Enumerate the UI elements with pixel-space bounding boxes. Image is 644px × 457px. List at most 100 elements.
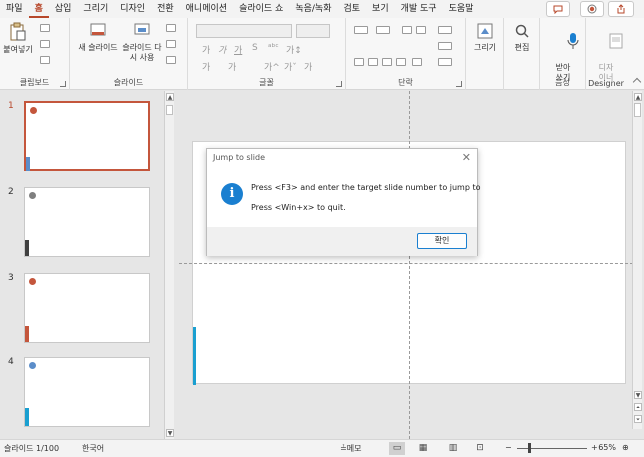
tab-file[interactable]: 파일 — [0, 0, 29, 18]
bullets-icon[interactable] — [354, 26, 368, 34]
normal-view-icon[interactable]: ▭ — [389, 442, 405, 455]
justify-icon[interactable] — [396, 58, 406, 66]
ok-button[interactable]: 확인 — [417, 233, 467, 249]
scroll-up-icon[interactable]: ▲ — [634, 93, 642, 101]
record-icon[interactable] — [580, 1, 604, 17]
decrease-indent-icon[interactable] — [402, 26, 412, 34]
thumbnail-scrollbar[interactable]: ▲ ▼ — [164, 91, 174, 439]
editing-button[interactable]: 편집 — [506, 22, 538, 53]
tab-home[interactable]: 홈 — [28, 0, 49, 18]
font-name-dropdown[interactable] — [196, 24, 292, 38]
next-slide-icon[interactable]: ⏷ — [634, 415, 642, 423]
line-spacing-icon[interactable] — [438, 26, 452, 34]
editor-scrollbar[interactable]: ▲ ▼ ⏶ ⏷ — [632, 91, 642, 429]
align-center-icon[interactable] — [368, 58, 378, 66]
numbering-icon[interactable] — [376, 26, 390, 34]
notes-button[interactable]: ≟메모 — [340, 443, 361, 454]
tab-help[interactable]: 도움말 — [443, 0, 480, 18]
bold-button[interactable]: 가 — [202, 43, 210, 56]
zoom-level[interactable]: 65% — [596, 443, 616, 452]
slide-editor: ▲ ▼ ⏶ ⏷ — [176, 91, 644, 439]
align-left-icon[interactable] — [354, 58, 364, 66]
tab-design[interactable]: 디자인 — [114, 0, 151, 18]
tab-animations[interactable]: 애니메이션 — [180, 0, 233, 18]
scroll-down-icon[interactable]: ▼ — [634, 391, 642, 399]
italic-button[interactable]: 가 — [218, 43, 226, 56]
slide-thumbnail-3[interactable] — [24, 273, 150, 343]
editing-group: 편집 — [504, 18, 540, 90]
info-icon: i — [221, 183, 243, 205]
slide-thumbnail-4[interactable] — [24, 357, 150, 427]
scroll-down-icon[interactable]: ▼ — [166, 429, 174, 437]
highlight-button[interactable]: 가 — [202, 60, 210, 73]
section-icon[interactable] — [166, 56, 176, 64]
zoom-slider-thumb[interactable] — [528, 443, 531, 453]
share-icon[interactable] — [608, 1, 634, 17]
font-color-button[interactable]: 가 — [228, 60, 236, 73]
new-slide-button[interactable]: 새 슬라이드 — [76, 22, 120, 53]
comments-icon[interactable] — [546, 1, 570, 17]
increase-indent-icon[interactable] — [416, 26, 426, 34]
fit-to-window-icon[interactable]: ⊕ — [622, 443, 629, 452]
grow-font-button[interactable]: 가^ — [264, 60, 280, 73]
slide-number: 4 — [8, 357, 14, 367]
scroll-thumb[interactable] — [634, 103, 641, 117]
reading-view-icon[interactable]: ▥ — [445, 442, 461, 455]
thumbnail-dot — [29, 192, 36, 199]
scroll-thumb[interactable] — [166, 105, 173, 115]
drawing-button[interactable]: 그리기 — [468, 22, 502, 53]
tab-record[interactable]: 녹음/녹화 — [289, 0, 337, 18]
tab-transitions[interactable]: 전환 — [151, 0, 180, 18]
font-launcher-icon[interactable] — [336, 81, 342, 87]
clipboard-launcher-icon[interactable] — [60, 81, 66, 87]
underline-button[interactable]: 가 — [234, 43, 242, 56]
paste-button[interactable]: 붙여넣기 — [2, 22, 34, 55]
slide-thumbnail-1[interactable] — [24, 101, 150, 171]
reset-icon[interactable] — [166, 40, 176, 48]
close-icon[interactable]: ✕ — [462, 151, 471, 164]
align-text-icon[interactable] — [438, 58, 452, 66]
voice-group: 받아 쓰기 음성 — [540, 18, 586, 90]
scroll-up-icon[interactable]: ▲ — [166, 93, 174, 101]
horizontal-guide[interactable] — [179, 263, 633, 264]
slide-thumbnail-2[interactable] — [24, 187, 150, 257]
strikethrough-button[interactable]: S — [252, 43, 258, 53]
clear-formatting-button[interactable]: 가 — [304, 60, 312, 73]
voice-group-label: 음성 — [555, 78, 570, 87]
font-size-dropdown[interactable] — [296, 24, 330, 38]
reuse-slides-button[interactable]: 슬라이드 다시 사용 — [122, 22, 162, 63]
paragraph-launcher-icon[interactable] — [456, 81, 462, 87]
designer-icon — [609, 33, 623, 49]
tab-slideshow[interactable]: 슬라이드 쇼 — [233, 0, 289, 18]
tab-developer[interactable]: 개발 도구 — [395, 0, 443, 18]
shrink-font-button[interactable]: 가ˇ — [284, 60, 297, 73]
clipboard-group: 붙여넣기 클립보드 — [0, 18, 70, 90]
vertical-guide[interactable] — [409, 91, 410, 439]
tab-view[interactable]: 보기 — [366, 0, 395, 18]
text-direction-icon[interactable] — [438, 42, 452, 50]
new-slide-icon — [90, 23, 106, 36]
layout-icon[interactable] — [166, 24, 176, 32]
drawing-label: 그리기 — [473, 43, 497, 52]
language-indicator[interactable]: 한국어 — [82, 443, 104, 454]
clipboard-group-label: 클립보드 — [19, 78, 50, 87]
search-icon — [515, 24, 529, 38]
zoom-out-icon[interactable]: − — [505, 443, 512, 452]
character-spacing-button[interactable]: ᵃᵇᶜ — [268, 43, 279, 53]
tab-insert[interactable]: 삽입 — [49, 0, 78, 18]
collapse-ribbon-icon[interactable] — [632, 77, 642, 87]
tab-draw[interactable]: 그리기 — [77, 0, 114, 18]
slideshow-icon[interactable]: ⊡ — [472, 442, 488, 455]
align-right-icon[interactable] — [382, 58, 392, 66]
columns-icon[interactable] — [412, 58, 422, 66]
slide-sorter-icon[interactable]: ▦ — [415, 442, 431, 455]
format-painter-icon[interactable] — [40, 56, 50, 64]
thumbnail-dot — [29, 278, 36, 285]
change-case-button[interactable]: 가↕ — [286, 43, 302, 56]
tab-review[interactable]: 검토 — [337, 0, 366, 18]
previous-slide-icon[interactable]: ⏶ — [634, 403, 642, 411]
slides-group-label: 슬라이드 — [113, 78, 144, 87]
copy-icon[interactable] — [40, 40, 50, 48]
editing-label: 편집 — [514, 43, 530, 52]
cut-icon[interactable] — [40, 24, 50, 32]
